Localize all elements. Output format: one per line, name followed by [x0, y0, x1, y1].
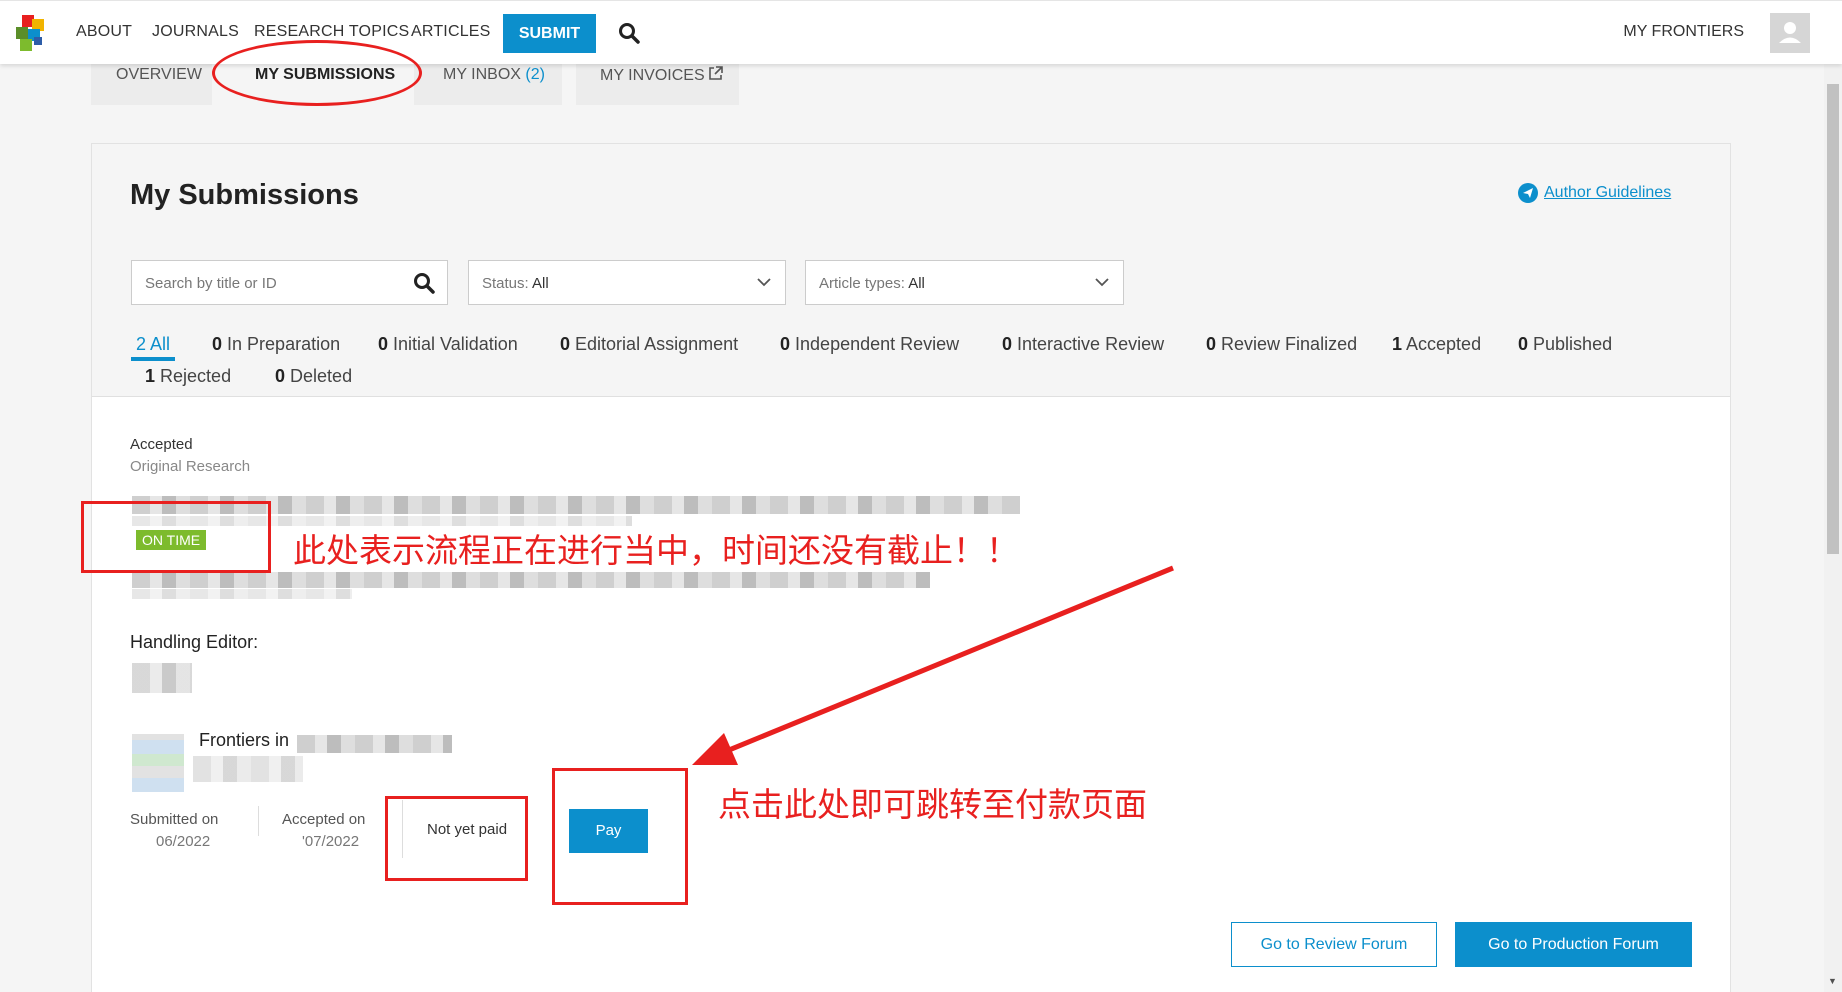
tab-invoices-label: MY INVOICES — [600, 67, 705, 84]
filter-count: 1 — [1392, 334, 1403, 354]
search-icon[interactable] — [413, 272, 435, 294]
tab-inbox-label: MY INBOX — [443, 66, 521, 83]
search-icon[interactable] — [618, 22, 640, 44]
filter-label: Rejected — [160, 366, 232, 386]
filter-count: 0 — [275, 366, 286, 386]
nav-articles[interactable]: ARTICLES — [411, 23, 491, 41]
submitted-on-value: 06/2022 — [156, 833, 211, 850]
filter-count: 0 — [212, 334, 223, 354]
accepted-on-label: Accepted on — [282, 811, 366, 828]
submit-button[interactable]: SUBMIT — [503, 14, 596, 53]
type-select-label: Article types: — [819, 275, 905, 292]
external-link-icon — [709, 66, 723, 80]
submitted-on-label: Submitted on — [130, 811, 219, 828]
filter-label: All — [150, 334, 171, 354]
filter-count: 0 — [378, 334, 389, 354]
filter-count: 0 — [1518, 334, 1529, 354]
nav-about[interactable]: ABOUT — [76, 23, 132, 41]
annotation-box-notpaid — [385, 796, 528, 881]
filter-in-preparation[interactable]: 0 In Preparation — [212, 334, 340, 355]
annotation-box-ontime — [81, 501, 271, 573]
author-guidelines-link[interactable]: Author Guidelines — [1544, 184, 1671, 202]
journal-thumbnail — [132, 734, 184, 792]
filter-label: Initial Validation — [393, 334, 518, 354]
filter-all[interactable]: 2 All — [136, 334, 170, 355]
status-select-label: Status: — [482, 275, 529, 292]
frontiers-logo[interactable] — [14, 13, 50, 53]
filter-label: Review Finalized — [1221, 334, 1358, 354]
filter-interactive-review[interactable]: 0 Interactive Review — [1002, 334, 1164, 355]
submission-status: Accepted — [130, 436, 193, 453]
status-select-text: Status: All — [482, 275, 549, 292]
article-type: Original Research — [130, 458, 251, 475]
handling-editor-label: Handling Editor: — [130, 632, 259, 652]
filter-count: 2 — [136, 334, 147, 354]
status-select-value: All — [532, 275, 549, 292]
filter-label: Independent Review — [795, 334, 960, 354]
chevron-down-icon — [757, 278, 771, 287]
annotation-pay-note: 点击此处即可跳转至付款页面 — [718, 785, 1147, 824]
filter-label: Interactive Review — [1017, 334, 1165, 354]
tab-my-inbox[interactable]: MY INBOX (2) — [443, 66, 545, 84]
filter-label: Editorial Assignment — [575, 334, 739, 354]
scroll-down-icon[interactable]: ▼ — [1828, 976, 1837, 986]
redacted-authors — [132, 572, 930, 588]
filter-review-finalized[interactable]: 0 Review Finalized — [1206, 334, 1357, 355]
article-type-select[interactable]: Article types: All — [805, 260, 1124, 305]
filter-deleted[interactable]: 0 Deleted — [275, 366, 352, 387]
inbox-count-badge: (2) — [525, 66, 545, 83]
redacted-editor — [132, 663, 192, 693]
avatar[interactable] — [1770, 13, 1810, 53]
filter-label: Published — [1533, 334, 1613, 354]
page-title: My Submissions — [130, 179, 359, 211]
filter-label: Accepted — [1406, 334, 1482, 354]
filter-published[interactable]: 0 Published — [1518, 334, 1612, 355]
filter-accepted[interactable]: 1 Accepted — [1392, 334, 1481, 355]
filter-count: 0 — [1002, 334, 1013, 354]
accepted-on-value: '07/2022 — [302, 833, 360, 850]
filter-rejected[interactable]: 1 Rejected — [145, 366, 231, 387]
annotation-ontime-note: 此处表示流程正在进行当中，时间还没有截止！！ — [293, 531, 1019, 570]
scrollbar-thumb[interactable] — [1827, 84, 1839, 554]
my-frontiers-link[interactable]: MY FRONTIERS — [1623, 23, 1744, 41]
annotation-box-pay — [552, 768, 688, 905]
active-filter-underline — [131, 357, 175, 361]
tab-my-invoices[interactable]: MY INVOICES — [600, 66, 723, 85]
filter-count: 1 — [145, 366, 156, 386]
filter-initial-validation[interactable]: 0 Initial Validation — [378, 334, 518, 355]
redacted-journal — [193, 756, 303, 782]
filter-label: In Preparation — [227, 334, 341, 354]
filter-editorial-assignment[interactable]: 0 Editorial Assignment — [560, 334, 738, 355]
type-select-value: All — [908, 275, 925, 292]
annotation-ellipse — [212, 40, 422, 106]
journal-name: Frontiers in — [199, 730, 290, 750]
nav-research-topics[interactable]: RESEARCH TOPICS — [254, 23, 409, 41]
filter-count: 0 — [780, 334, 791, 354]
status-select[interactable]: Status: All — [468, 260, 786, 305]
tab-overview[interactable]: OVERVIEW — [116, 66, 202, 84]
user-icon — [1779, 22, 1801, 43]
chevron-down-icon — [1095, 278, 1109, 287]
review-forum-button[interactable]: Go to Review Forum — [1231, 922, 1437, 967]
card-header: My Submissions Author Guidelines Search … — [92, 144, 1730, 397]
nav-journals[interactable]: JOURNALS — [152, 23, 239, 41]
redacted-authors — [132, 589, 352, 599]
divider — [258, 806, 259, 836]
production-forum-button[interactable]: Go to Production Forum — [1455, 922, 1692, 967]
filter-label: Deleted — [290, 366, 353, 386]
page-scrollbar[interactable]: ▼ — [1824, 64, 1842, 992]
redacted-journal — [297, 735, 452, 753]
filter-independent-review[interactable]: 0 Independent Review — [780, 334, 959, 355]
search-input[interactable]: Search by title or ID — [131, 260, 448, 305]
search-placeholder: Search by title or ID — [145, 275, 277, 292]
guidelines-icon — [1518, 183, 1538, 203]
filter-count: 0 — [1206, 334, 1217, 354]
filter-count: 0 — [560, 334, 571, 354]
type-select-text: Article types: All — [819, 275, 925, 292]
